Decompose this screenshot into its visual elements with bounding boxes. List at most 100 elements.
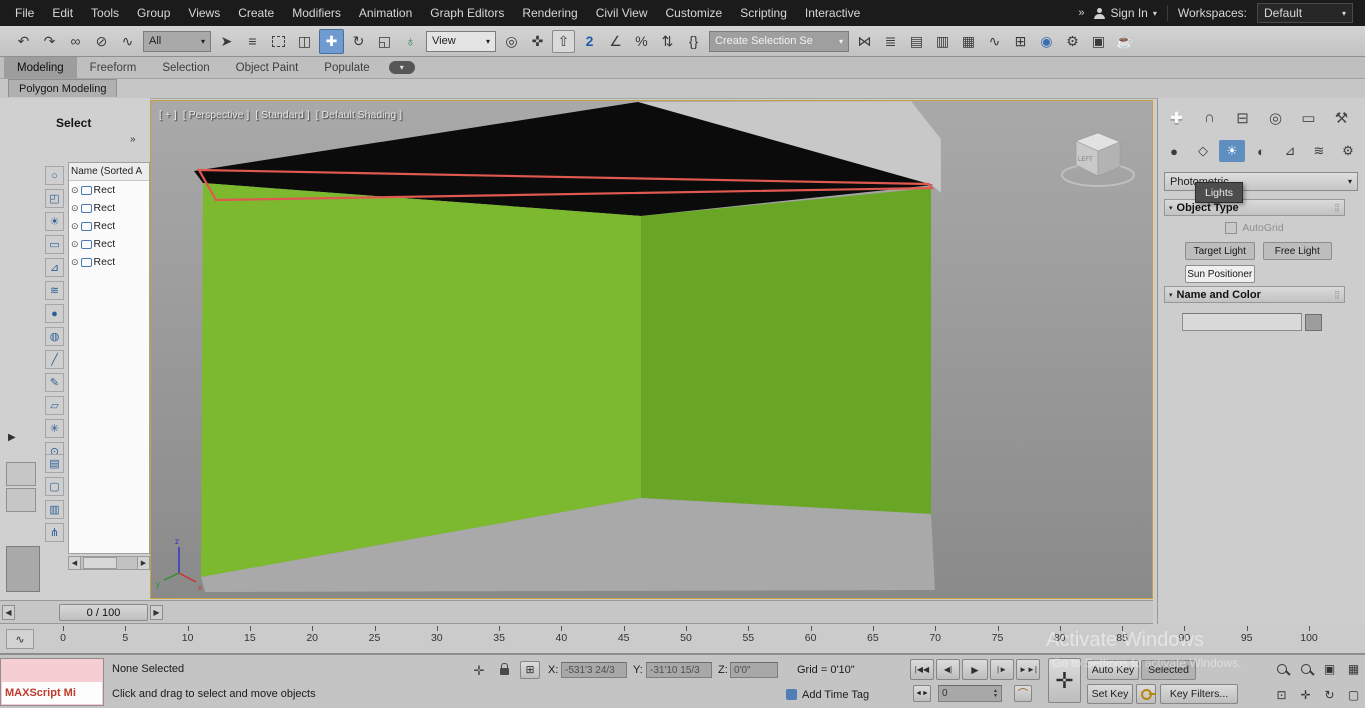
ribbon-tab[interactable]: Modeling xyxy=(4,57,77,78)
modify-tab[interactable]: ∩ xyxy=(1195,104,1224,131)
explorer-row[interactable]: ⊙ Rect xyxy=(69,181,149,199)
menu-item[interactable]: Tools xyxy=(82,0,128,26)
default-tangents-icon[interactable]: ⌒ xyxy=(1014,685,1032,702)
menu-item[interactable]: Interactive xyxy=(796,0,869,26)
rendered-frame-icon[interactable]: ▣ xyxy=(1087,30,1110,53)
autogrid-checkbox[interactable] xyxy=(1225,222,1237,234)
next-frame-icon[interactable]: |► xyxy=(990,659,1014,680)
menu-item[interactable]: Create xyxy=(229,0,283,26)
key-filters-key-icon[interactable] xyxy=(1136,684,1156,704)
geometry-category-icon[interactable]: ● xyxy=(1161,140,1187,162)
window-crossing-icon[interactable]: ◫ xyxy=(293,30,316,53)
viewport-layout-tab[interactable] xyxy=(6,462,36,486)
ribbon-tab[interactable]: Selection xyxy=(149,57,222,78)
named-selection-set-combo[interactable]: Create Selection Se ▾ xyxy=(709,31,849,52)
orbit-icon[interactable]: ↻ xyxy=(1318,682,1341,707)
ribbon-tab[interactable]: Object Paint xyxy=(223,57,312,78)
explorer-doc-icon[interactable]: ▥ xyxy=(45,500,64,519)
select-and-manipulate-icon[interactable]: ✜ xyxy=(526,30,549,53)
time-slider-thumb[interactable]: 0 / 100 xyxy=(59,604,148,621)
object-name-input[interactable] xyxy=(1182,313,1302,331)
perspective-viewport[interactable]: LEFT z y x [ + ][ Perspective ][ Standar… xyxy=(150,100,1153,599)
spinner-snap-icon[interactable]: ⇅ xyxy=(656,30,679,53)
scroll-left-button[interactable]: ◀ xyxy=(68,556,81,570)
z-coordinate-field[interactable]: 0'0" xyxy=(730,662,778,678)
panel-options-chevron[interactable]: » xyxy=(130,134,136,145)
menu-item[interactable]: Scripting xyxy=(731,0,796,26)
visibility-eye-icon[interactable]: ⊙ xyxy=(71,239,79,250)
visibility-eye-icon[interactable]: ⊙ xyxy=(71,185,79,196)
scroll-right-button[interactable]: ▶ xyxy=(137,556,150,570)
workspace-select[interactable]: Default ▾ xyxy=(1257,3,1353,23)
key-mode-toggle-icon[interactable]: ◄► xyxy=(913,685,931,702)
scrollbar-track[interactable] xyxy=(81,556,137,570)
list-column-header[interactable]: Name (Sorted A xyxy=(69,163,149,181)
systems-category-icon[interactable]: ⚙ xyxy=(1335,140,1361,162)
filter-spacewarps-icon[interactable]: ≋ xyxy=(45,281,64,300)
absolute-offset-toggle-icon[interactable]: ⊞ xyxy=(520,661,540,679)
selection-lock-icon[interactable] xyxy=(496,659,512,679)
filter-lights-icon[interactable]: ☀ xyxy=(45,212,64,231)
panel-flyout-arrow[interactable]: ▶ xyxy=(8,432,16,443)
zoom-all-icon[interactable] xyxy=(1294,656,1317,681)
shapes-category-icon[interactable]: ◇ xyxy=(1190,140,1216,162)
filter-geometry-icon[interactable]: ○ xyxy=(45,166,64,185)
select-and-rotate-icon[interactable]: ↻ xyxy=(347,30,370,53)
schematic-view-icon[interactable]: ⊞ xyxy=(1009,30,1032,53)
mirror-icon[interactable]: ⋈ xyxy=(853,30,876,53)
visibility-eye-icon[interactable]: ⊙ xyxy=(71,257,79,268)
cameras-category-icon[interactable]: ◐ xyxy=(1248,140,1274,162)
key-filters-button[interactable]: Key Filters... xyxy=(1160,684,1238,704)
viewport-label-segment[interactable]: [ Default Shading ] xyxy=(316,109,402,121)
go-to-start-icon[interactable]: |◀◀ xyxy=(910,659,934,680)
snaps-toggle-icon[interactable]: 2 xyxy=(578,30,601,53)
explorer-h-scrollbar[interactable]: ◀ ▶ xyxy=(68,556,150,570)
named-selection-sets-icon[interactable]: {} xyxy=(682,30,705,53)
filter-materials-icon[interactable]: ◍ xyxy=(45,327,64,346)
menu-item[interactable]: Graph Editors xyxy=(421,0,513,26)
bind-to-space-warp-icon[interactable]: ∿ xyxy=(116,30,139,53)
ribbon-toggle-icon[interactable]: ▦ xyxy=(957,30,980,53)
align-icon[interactable]: ≣ xyxy=(879,30,902,53)
ribbon-tab[interactable]: Populate xyxy=(311,57,382,78)
utilities-tab[interactable]: ⚒ xyxy=(1327,104,1356,131)
viewport-label-segment[interactable]: [ + ] xyxy=(159,109,177,121)
crosshair-icon[interactable]: ✛ xyxy=(468,661,490,681)
use-pivot-center-icon[interactable]: ◎ xyxy=(500,30,523,53)
unlink-selection-icon[interactable]: ⊘ xyxy=(90,30,113,53)
selection-filter-select[interactable]: All ▾ xyxy=(143,31,211,52)
create-tab[interactable]: ✚ xyxy=(1162,104,1191,131)
visibility-eye-icon[interactable]: ⊙ xyxy=(71,203,79,214)
layer-explorer-toggle-icon[interactable]: ▥ xyxy=(931,30,954,53)
menu-item[interactable]: Edit xyxy=(43,0,82,26)
filter-objects-icon[interactable]: ✎ xyxy=(45,373,64,392)
explorer-list-icon[interactable]: ▤ xyxy=(45,454,64,473)
zoom-extents-icon[interactable]: ▣ xyxy=(1318,656,1341,681)
sign-in-button[interactable]: Sign In ▾ xyxy=(1094,6,1156,20)
current-frame-field[interactable]: 0 ▲▼ xyxy=(938,685,1002,702)
select-and-scale-icon[interactable]: ◱ xyxy=(373,30,396,53)
rollout-grip-icon[interactable]: ⣿ xyxy=(1334,203,1340,212)
time-slider-track[interactable]: ◀ 0 / 100 ▶ xyxy=(0,600,1153,624)
play-icon[interactable]: ► xyxy=(962,659,988,680)
polygon-modeling-panel-tab[interactable]: Polygon Modeling xyxy=(8,79,117,97)
auto-key-button[interactable]: Auto Key xyxy=(1087,660,1139,680)
maximize-viewport-icon[interactable]: ▢ xyxy=(1342,682,1365,707)
filter-geometry-all-icon[interactable]: ● xyxy=(45,304,64,323)
zoom-icon[interactable] xyxy=(1270,656,1293,681)
viewport-canvas[interactable]: LEFT z y x xyxy=(151,101,1152,598)
menu-item[interactable]: Civil View xyxy=(587,0,657,26)
filter-containers-icon[interactable]: ▱ xyxy=(45,396,64,415)
menu-item[interactable]: Customize xyxy=(657,0,732,26)
rollout-header[interactable]: ▾ Object Type ⣿ xyxy=(1164,199,1345,216)
light-type-select[interactable]: Photometric ▾ xyxy=(1164,172,1358,191)
scene-explorer-toggle-icon[interactable]: ▤ xyxy=(905,30,928,53)
menu-item[interactable]: Group xyxy=(128,0,179,26)
object-type-button[interactable]: Free Light xyxy=(1263,242,1333,260)
object-color-swatch[interactable] xyxy=(1305,314,1322,331)
time-slider-left-arrow[interactable]: ◀ xyxy=(2,605,15,620)
zoom-extents-all-icon[interactable]: ▦ xyxy=(1342,656,1365,681)
display-tab[interactable]: ▭ xyxy=(1294,104,1323,131)
viewport-label-segment[interactable]: [ Perspective ] xyxy=(183,109,250,121)
explorer-row[interactable]: ⊙ Rect xyxy=(69,253,149,271)
